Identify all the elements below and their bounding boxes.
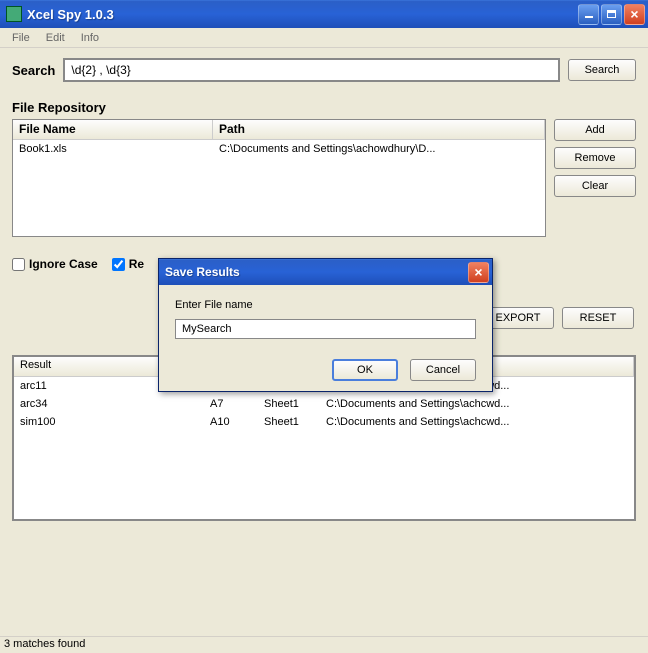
menubar: File Edit Info [0,28,648,48]
ignore-case-label: Ignore Case [29,257,98,271]
cell-result: sim100 [14,415,204,429]
menu-edit[interactable]: Edit [38,30,73,46]
file-table-body: Book1.xls C:\Documents and Settings\acho… [13,140,545,158]
ignore-case-input[interactable] [12,258,25,271]
dialog-body: Enter File name OK Cancel [159,285,492,391]
maximize-button[interactable] [601,4,622,25]
reset-button[interactable]: RESET [562,307,634,329]
app-icon [6,6,22,22]
minimize-button[interactable] [578,4,599,25]
ignore-case-checkbox[interactable]: Ignore Case [12,257,98,271]
filename-input[interactable] [175,319,476,339]
cancel-button[interactable]: Cancel [410,359,476,381]
table-row[interactable]: sim100 A10 Sheet1 C:\Documents and Setti… [14,413,634,431]
file-table-header: File Name Path [13,120,545,140]
file-repository: File Name Path Book1.xls C:\Documents an… [12,119,636,237]
ok-button[interactable]: OK [332,359,398,381]
regex-label: Re [129,257,144,271]
cell-file-name: Book1.xls [13,142,213,156]
cell-file: C:\Documents and Settings\achcwd... [320,397,634,411]
clear-button[interactable]: Clear [554,175,636,197]
dialog-buttons: OK Cancel [175,359,476,381]
cell-cell: A10 [204,415,258,429]
statusbar: 3 matches found [0,636,648,653]
add-button[interactable]: Add [554,119,636,141]
cell-sheet: Sheet1 [258,397,320,411]
remove-button[interactable]: Remove [554,147,636,169]
menu-file[interactable]: File [4,30,38,46]
dialog-title: Save Results [165,265,466,279]
repo-buttons: Add Remove Clear [554,119,636,237]
menu-info[interactable]: Info [73,30,107,46]
filename-label: Enter File name [175,299,476,311]
cell-cell: A7 [204,397,258,411]
col-file-name[interactable]: File Name [13,120,213,139]
dialog-close-button[interactable]: × [468,262,489,283]
search-row: Search Search [12,58,636,82]
regex-input[interactable] [112,258,125,271]
table-row[interactable]: arc34 A7 Sheet1 C:\Documents and Setting… [14,395,634,413]
file-table[interactable]: File Name Path Book1.xls C:\Documents an… [12,119,546,237]
cell-result: arc34 [14,397,204,411]
titlebar: Xcel Spy 1.0.3 × [0,0,648,28]
close-button[interactable]: × [624,4,645,25]
table-row[interactable]: Book1.xls C:\Documents and Settings\acho… [13,140,545,158]
dialog-titlebar: Save Results × [159,259,492,285]
window-title: Xcel Spy 1.0.3 [27,7,576,22]
search-input[interactable] [63,58,560,82]
file-repository-label: File Repository [12,100,636,115]
col-path[interactable]: Path [213,120,545,139]
cell-sheet: Sheet1 [258,415,320,429]
regex-checkbox[interactable]: Re [112,257,144,271]
search-label: Search [12,63,55,78]
search-button[interactable]: Search [568,59,636,81]
cell-path: C:\Documents and Settings\achowdhury\D..… [213,142,545,156]
cell-file: C:\Documents and Settings\achcwd... [320,415,634,429]
save-results-dialog: Save Results × Enter File name OK Cancel [158,258,493,392]
status-text: 3 matches found [4,638,85,650]
